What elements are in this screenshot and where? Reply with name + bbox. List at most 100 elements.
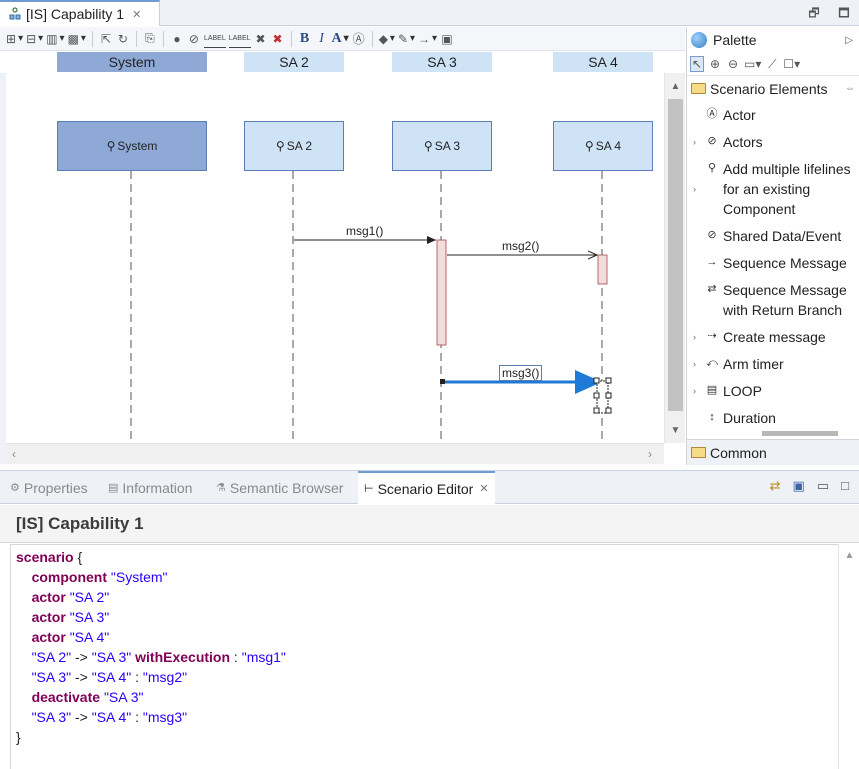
lifeline-header-sa2[interactable]: SA 2: [244, 52, 344, 72]
copy-format-icon[interactable]: ⎘: [143, 30, 157, 48]
palette-entry-loop[interactable]: › ▤ LOOP: [687, 381, 859, 408]
image-icon[interactable]: ▣: [440, 30, 454, 48]
refresh-icon[interactable]: ↻: [116, 30, 130, 48]
expand-icon[interactable]: ›: [693, 179, 696, 199]
lifeline-sa2[interactable]: ⚲ SA 2: [244, 121, 344, 171]
code-line[interactable]: actor "SA 2": [16, 587, 838, 607]
maximize-icon[interactable]: 🗖: [837, 4, 851, 25]
line-color-icon[interactable]: ✎: [398, 30, 415, 48]
zoom-in-icon[interactable]: ⊕: [708, 57, 722, 71]
palette-entry-arm-timer[interactable]: › ⤺ Arm timer: [687, 354, 859, 381]
save-icon[interactable]: ▣: [793, 478, 805, 494]
layers-icon[interactable]: ▥: [46, 30, 64, 48]
code-line[interactable]: component "System": [16, 567, 838, 587]
lifeline-header-sa4[interactable]: SA 4: [553, 52, 653, 72]
arrange-all-icon[interactable]: ⊞: [6, 30, 23, 48]
close-icon[interactable]: ✕: [479, 482, 488, 495]
scroll-left-icon[interactable]: ‹: [12, 447, 16, 461]
diagram-canvas[interactable]: ⚲ System ⚲ SA 2 ⚲ SA 3 ⚲ SA 4 msg1() msg…: [6, 73, 664, 442]
minimize-icon[interactable]: ▭: [817, 478, 829, 494]
properties-icon[interactable]: ☐▾: [783, 57, 800, 71]
expand-icon[interactable]: ›: [693, 354, 696, 374]
sync-icon[interactable]: ⇄: [770, 478, 781, 494]
code-vertical-scrollbar[interactable]: ▲: [838, 544, 859, 769]
message-label-msg1[interactable]: msg1(): [346, 224, 383, 238]
expand-icon[interactable]: ›: [693, 381, 696, 401]
scroll-right-icon[interactable]: ›: [648, 447, 652, 461]
code-line[interactable]: }: [16, 727, 838, 747]
expand-icon[interactable]: ›: [693, 132, 696, 152]
font-color-button[interactable]: A: [332, 30, 349, 48]
tab-scenario-editor[interactable]: ⊢ Scenario Editor ✕: [358, 471, 495, 504]
palette-entry-sequence-message[interactable]: → Sequence Message: [687, 253, 859, 280]
palette-entry-add-lifelines[interactable]: › ⚲ Add multiple lifelines for an existi…: [687, 159, 859, 226]
palette-entry-return-branch[interactable]: ⇄ Sequence Message with Return Branch: [687, 280, 859, 327]
tab-properties[interactable]: ⚙ Properties: [10, 471, 88, 504]
code-line[interactable]: scenario {: [16, 547, 838, 567]
expand-icon[interactable]: ›: [693, 327, 696, 347]
lifeline-header-sa3[interactable]: SA 3: [392, 52, 492, 72]
delete-from-diagram-icon[interactable]: ✖: [254, 30, 268, 48]
font-dialog-icon[interactable]: Ⓐ: [352, 30, 366, 48]
select-tool-icon[interactable]: ↖: [690, 56, 704, 72]
palette-drawer-common[interactable]: Common: [687, 439, 859, 465]
hide-label-icon[interactable]: LABEL: [228, 30, 251, 48]
lifeline-header-system[interactable]: System: [57, 52, 207, 72]
diagram-vertical-scrollbar[interactable]: ▲ ▼: [664, 73, 685, 443]
scroll-up-icon[interactable]: ▲: [839, 550, 859, 561]
unpin-icon[interactable]: ⊘: [187, 30, 201, 48]
palette-entry-label: Create message: [723, 329, 826, 345]
tab-label: Scenario Editor: [377, 480, 474, 497]
message-label-msg3[interactable]: msg3(): [499, 365, 543, 381]
editor-tab-title: [IS] Capability 1: [26, 6, 125, 22]
code-line[interactable]: deactivate "SA 3": [16, 687, 838, 707]
lifeline-name: SA 2: [286, 139, 313, 153]
line-style-icon[interactable]: →: [418, 30, 437, 48]
delete-from-model-icon[interactable]: ✖: [271, 30, 285, 48]
lifeline-sa3[interactable]: ⚲ SA 3: [392, 121, 492, 171]
maximize-icon[interactable]: □: [841, 478, 849, 494]
pin-icon[interactable]: ●: [170, 30, 184, 48]
palette-header[interactable]: Palette ▷: [687, 27, 859, 53]
lifeline-system[interactable]: ⚲ System: [57, 121, 207, 171]
diagram-horizontal-scrollbar[interactable]: ‹ ›: [6, 443, 664, 464]
palette-entry-shared-data[interactable]: ⊘ Shared Data/Event: [687, 226, 859, 253]
tab-semantic-browser[interactable]: ⚗ Semantic Browser: [216, 471, 343, 504]
code-line[interactable]: actor "SA 4": [16, 627, 838, 647]
select-all-icon[interactable]: ⊟: [26, 30, 43, 48]
close-icon[interactable]: ✕: [132, 8, 141, 21]
restore-icon[interactable]: 🗗: [807, 4, 821, 25]
palette-scrollbar[interactable]: [762, 431, 838, 436]
code-line[interactable]: "SA 3" -> "SA 4" : "msg3": [16, 707, 838, 727]
execution-sa4: [597, 254, 608, 285]
code-line[interactable]: "SA 3" -> "SA 4" : "msg2": [16, 667, 838, 687]
connection-icon[interactable]: ⟋: [765, 57, 779, 72]
show-label-icon[interactable]: LABEL: [203, 30, 226, 48]
message-label-msg2[interactable]: msg2(): [502, 239, 539, 253]
drawer-label: Scenario Elements: [710, 80, 828, 97]
filters-icon[interactable]: ▩: [68, 30, 86, 48]
sequence-message-icon: →: [706, 256, 718, 268]
palette-entry-actors[interactable]: › ⊘ Actors: [687, 132, 859, 159]
code-line[interactable]: actor "SA 3": [16, 607, 838, 627]
code-string: "SA 2": [31, 649, 72, 665]
note-icon[interactable]: ▭▾: [744, 57, 761, 71]
code-line[interactable]: "SA 2" -> "SA 3" withExecution : "msg1": [16, 647, 838, 667]
editor-tab[interactable]: [IS] Capability 1 ✕: [0, 0, 160, 26]
scroll-thumb[interactable]: [668, 99, 683, 411]
scenario-code-editor[interactable]: scenario { component "System" actor "SA …: [10, 544, 838, 769]
collapse-icon[interactable]: ▷: [845, 35, 853, 46]
palette-entry-create-message[interactable]: › ⇢ Create message: [687, 327, 859, 354]
bold-button[interactable]: B: [298, 30, 312, 48]
fill-color-icon[interactable]: ◆: [379, 30, 395, 48]
italic-button[interactable]: I: [315, 30, 329, 48]
lifeline-sa4[interactable]: ⚲ SA 4: [553, 121, 653, 171]
palette-drawer-scenario[interactable]: Scenario Elements ⇔: [687, 75, 859, 101]
pin-icon[interactable]: ⇔: [845, 83, 855, 94]
palette-entry-actor[interactable]: Ⓐ Actor: [687, 105, 859, 132]
zoom-out-icon[interactable]: ⊖: [726, 57, 740, 71]
tab-information[interactable]: ▤ Information: [108, 471, 192, 504]
scroll-up-icon[interactable]: ▲: [665, 81, 686, 92]
export-icon[interactable]: ⇱: [99, 30, 113, 48]
scroll-down-icon[interactable]: ▼: [665, 425, 686, 436]
